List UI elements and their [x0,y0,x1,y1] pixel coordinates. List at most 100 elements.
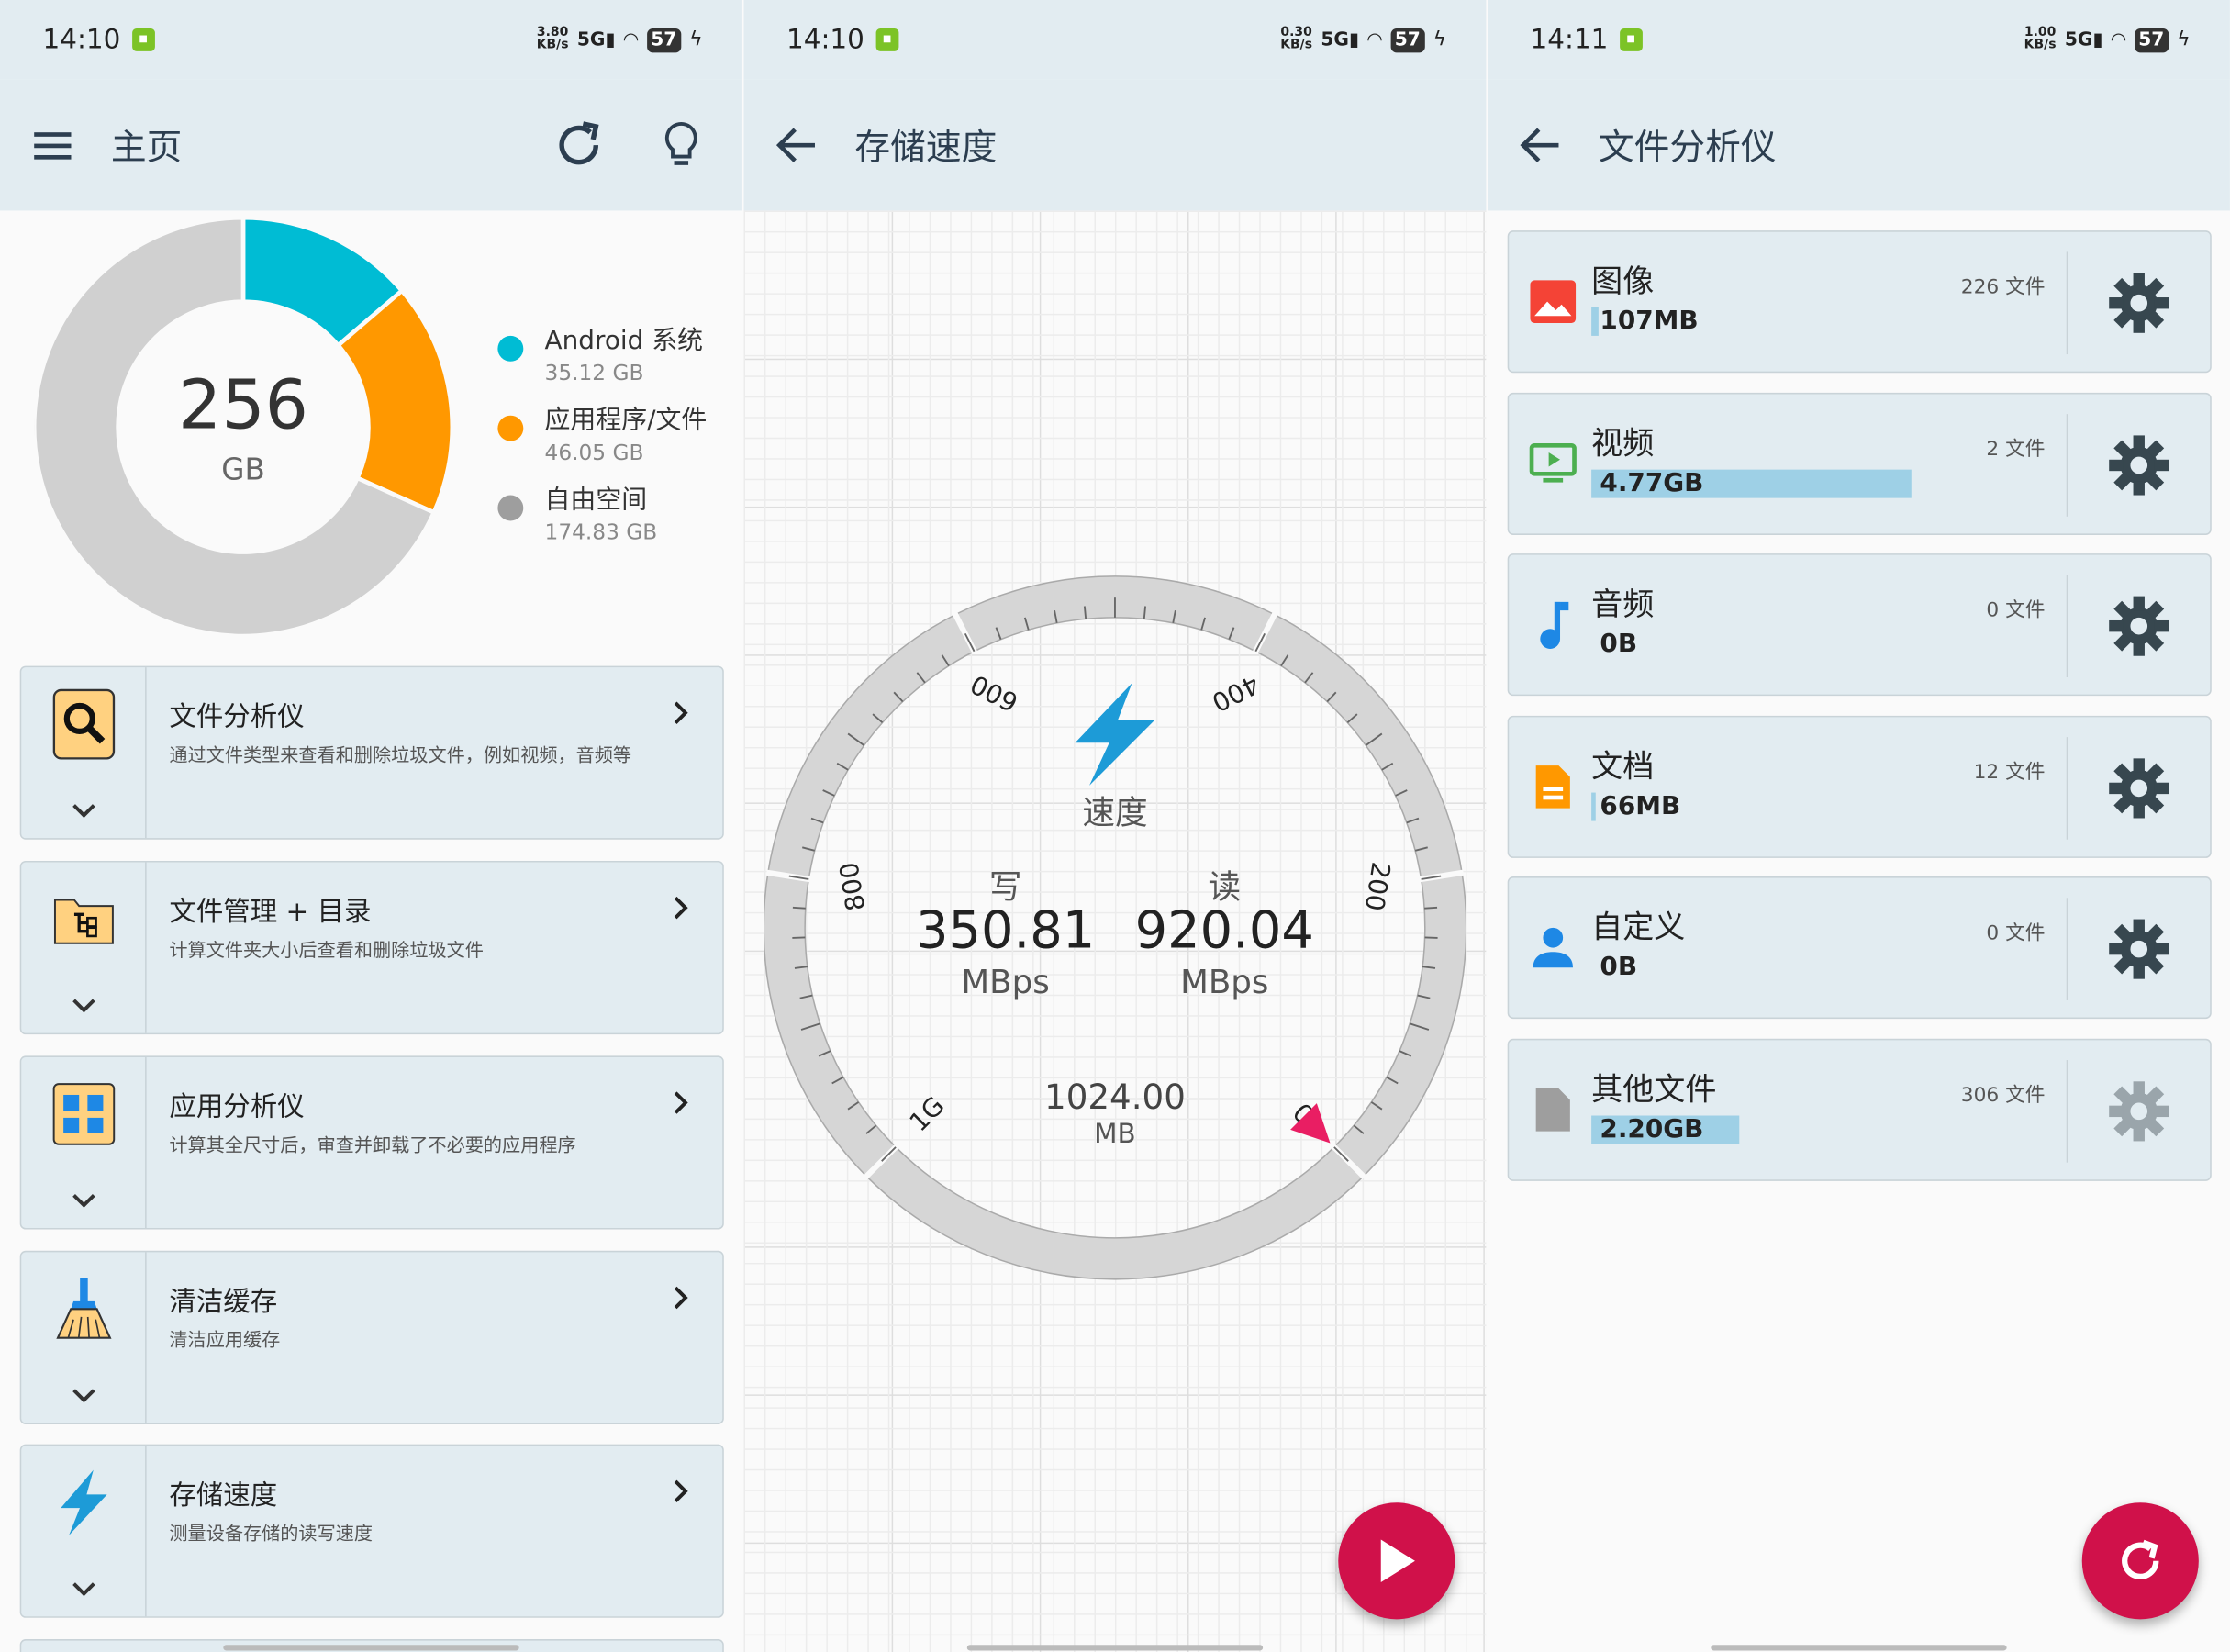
read-unit: MBps [1180,965,1269,1002]
analyzer-screen: 14:11 ▪ 1.00 KB/s 5G▮ ◠ 57 ϟ 文件分析仪 图像 107M… [1487,0,2230,1652]
gear-icon[interactable] [2108,1079,2170,1142]
file-type-row[interactable]: 图像 107MB 226 文件 [1507,230,2212,374]
gear-icon[interactable] [2108,756,2170,819]
page-title: 存储速度 [854,126,998,168]
gear-icon[interactable] [2108,433,2170,496]
chevron-down-icon[interactable] [70,1191,98,1211]
app-bar: 文件分析仪 [1487,79,2230,211]
chevron-down-icon[interactable] [70,996,98,1016]
gauge-tick [792,906,806,910]
refresh-icon[interactable] [552,118,606,173]
play-icon [1380,1539,1415,1583]
menu-icon[interactable] [31,128,73,162]
file-type-name: 视频 [1591,426,1655,463]
chevron-right-icon [674,701,688,724]
wifi-icon: ◠ [2111,28,2126,51]
gauge-tick-label: 600 [965,668,1022,718]
card-desc: 测量设备存储的读写速度 [169,1524,374,1546]
read-value: 920.04 [1134,901,1314,961]
scrollbar[interactable] [223,1645,519,1651]
gauge-tick-label: 200 [1359,860,1397,913]
speed-screen: 14:10 ▪ 0.30 KB/s 5G▮ ◠ 57 ϟ 存储速度 0 200 400… [743,0,1487,1652]
read-label: 读 [1208,869,1242,907]
charging-icon: ϟ [2177,28,2191,51]
app-grid-icon [52,1083,116,1145]
card-title: 存储速度 [169,1479,278,1512]
page-title: 主页 [110,126,183,168]
gauge-tick-label: 1G [904,1090,951,1137]
chevron-down-icon[interactable] [70,1386,98,1406]
divider [2066,1059,2068,1162]
storage-total: 256 [178,365,308,446]
net-speed: 1.00 KB/s [2024,25,2057,53]
gauge-svg: 02004006008001G [763,575,1467,1280]
legend-dot [497,495,524,521]
card-clean-cache[interactable]: 清洁缓存 清洁应用缓存 [19,1250,724,1424]
start-test-button[interactable] [1338,1502,1455,1620]
document-icon [1529,762,1578,810]
card-app-analyzer[interactable]: 应用分析仪 计算其全尺寸后，审查并卸载了不必要的应用程序 [19,1055,724,1230]
test-unit: MB [1094,1118,1136,1150]
card-file-analyzer[interactable]: 文件分析仪 通过文件类型来查看和删除垃圾文件，例如视频，音频等 [19,665,724,840]
card-desc: 清洁应用缓存 [169,1330,281,1352]
legend-item-system: Android 系统 35.12 GB [497,324,707,404]
divider [2066,413,2068,517]
file-count: 12 文件 [1973,760,2046,784]
gauge-tick [1143,606,1146,620]
music-note-icon [1529,600,1578,649]
bolt-icon [52,1469,115,1535]
lightbulb-icon[interactable] [660,119,702,171]
rescan-button[interactable] [2081,1502,2199,1620]
back-arrow-icon[interactable] [1519,125,1561,164]
app-bar: 主页 [0,79,742,211]
file-type-name: 图像 [1591,264,1655,301]
file-type-name: 自定义 [1591,910,1686,947]
card-storage-speed[interactable]: 存储速度 测量设备存储的读写速度 [19,1444,724,1618]
net-speed: 0.30 KB/s [1280,25,1313,53]
file-type-size: 107MB [1600,306,1699,336]
file-type-row[interactable]: 自定义 0B 0 文件 [1507,876,2212,1020]
chevron-right-icon [674,1286,688,1310]
chevron-down-icon[interactable] [70,1579,98,1600]
gauge-tick-label: 800 [833,860,871,913]
signal-icon: 5G▮ [1321,28,1359,51]
gear-icon[interactable] [2108,595,2170,657]
scrollbar[interactable] [966,1645,1264,1651]
file-type-row[interactable]: 视频 4.77GB 2 文件 [1507,392,2212,535]
status-bar: 14:10 ▪ 3.80 KB/s 5G▮ ◠ 57 ϟ [0,0,742,80]
status-bar: 14:11 ▪ 1.00 KB/s 5G▮ ◠ 57 ϟ [1487,0,2230,80]
card-title: 文件管理 + 目录 [169,896,372,928]
file-type-row[interactable]: 其他文件 2.20GB 306 文件 [1507,1038,2212,1181]
charging-icon: ϟ [1433,28,1447,51]
net-speed: 3.80 KB/s [536,25,569,53]
legend-item-apps: 应用程序/文件 46.05 GB [497,404,707,484]
scrollbar[interactable] [1711,1645,2007,1651]
card-title: 应用分析仪 [169,1091,305,1123]
battery-icon: 57 [646,28,681,52]
file-type-name: 其他文件 [1591,1072,1717,1108]
chevron-down-icon[interactable] [70,801,98,821]
wifi-icon: ◠ [623,28,639,51]
battery-icon: 57 [1390,28,1425,52]
size-bar [1591,791,1596,820]
magnifier-icon [52,688,116,760]
file-count: 2 文件 [1986,437,2046,461]
broom-icon [52,1278,115,1340]
video-icon [1529,439,1578,487]
gear-icon[interactable] [2108,272,2170,334]
card-file-manager[interactable]: 文件管理 + 目录 计算文件夹大小后查看和删除垃圾文件 [19,860,724,1035]
file-type-name: 文档 [1591,749,1655,786]
file-type-row[interactable]: 文档 66MB 12 文件 [1507,715,2212,858]
status-time: 14:10 [786,24,864,56]
signal-icon: 5G▮ [2064,28,2103,51]
legend-dot [497,415,524,441]
file-type-row[interactable]: 音频 0B 0 文件 [1507,553,2212,697]
card-desc: 计算文件夹大小后查看和删除垃圾文件 [169,940,484,963]
write-label: 写 [988,869,1022,907]
divider [2066,251,2068,355]
gear-icon[interactable] [2108,918,2170,980]
back-arrow-icon[interactable] [775,125,818,164]
file-count: 0 文件 [1986,598,2046,622]
file-count: 306 文件 [1960,1083,2046,1107]
bolt-icon [1075,683,1155,786]
